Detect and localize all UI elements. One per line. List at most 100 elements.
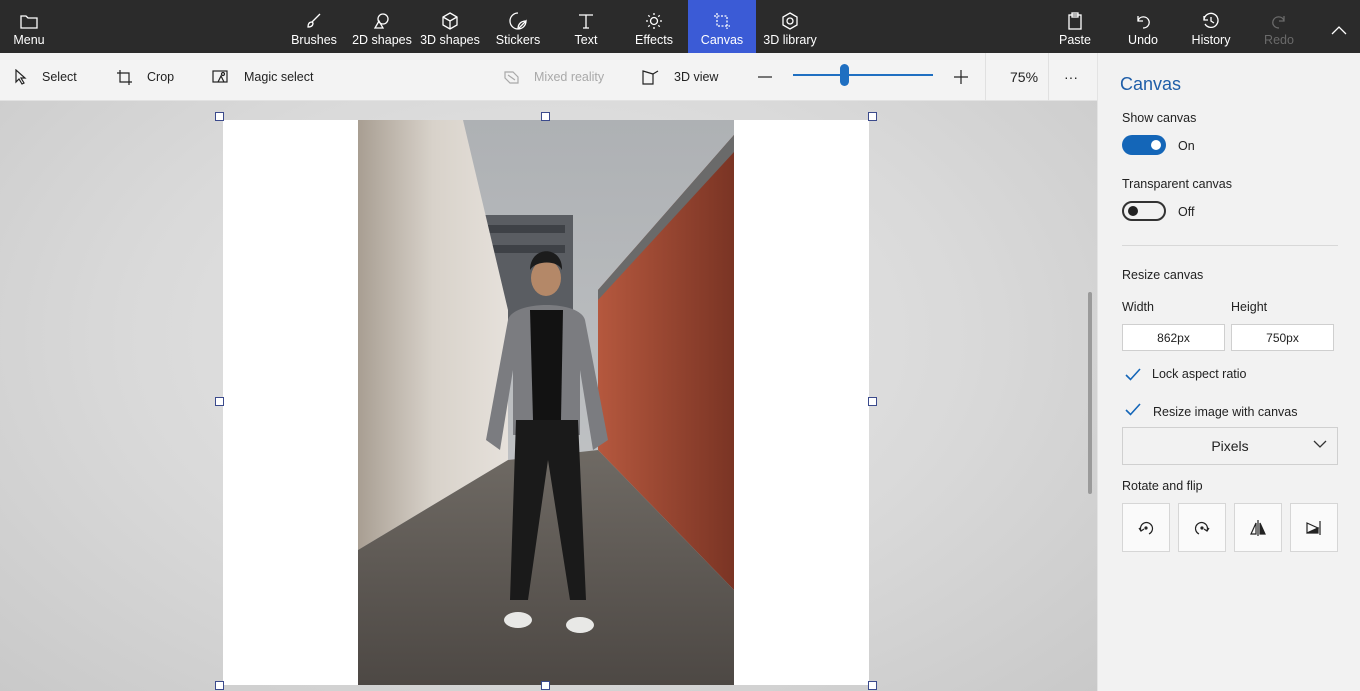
mixed-reality-label: Mixed reality — [534, 70, 605, 84]
tool-label: Canvas — [700, 33, 744, 47]
mixed-reality-icon — [502, 68, 520, 86]
height-label: Height — [1231, 300, 1268, 314]
tool-brushes[interactable]: Brushes — [280, 0, 348, 53]
flip-vertical-icon — [1306, 520, 1321, 535]
tool-3d-shapes[interactable]: 3D shapes — [416, 0, 484, 53]
undo-button[interactable]: Undo — [1109, 0, 1177, 53]
show-canvas-label: Show canvas — [1122, 111, 1197, 125]
clipboard-icon — [1065, 11, 1085, 31]
3d-shapes-icon — [440, 11, 460, 31]
select-tool-button[interactable]: Select — [12, 53, 77, 101]
rotate-right-button[interactable] — [1178, 503, 1226, 552]
toggle-knob — [1151, 140, 1161, 150]
paste-button[interactable]: Paste — [1041, 0, 1109, 53]
3d-view-label: 3D view — [674, 70, 719, 84]
mixed-reality-button[interactable]: Mixed reality — [502, 53, 604, 101]
checkmark-icon — [1125, 402, 1141, 416]
flip-vertical-button[interactable] — [1290, 503, 1338, 552]
canvas-page[interactable] — [223, 120, 869, 685]
resize-handle-top[interactable] — [541, 112, 550, 121]
history-icon — [1201, 11, 1221, 31]
zoom-slider-track[interactable] — [793, 74, 933, 76]
zoom-slider-thumb[interactable] — [840, 64, 849, 86]
plus-icon — [952, 68, 970, 86]
3d-view-button[interactable]: 3D view — [642, 53, 718, 101]
zoom-level[interactable]: 75% — [1010, 53, 1038, 101]
3d-view-icon — [642, 68, 660, 86]
width-label: Width — [1122, 300, 1154, 314]
redo-button[interactable]: Redo — [1245, 0, 1313, 53]
resize-handle-top-right[interactable] — [868, 112, 877, 121]
resize-handle-left[interactable] — [215, 397, 224, 406]
redo-label: Redo — [1264, 33, 1294, 47]
panel-divider — [1122, 245, 1338, 246]
history-label: History — [1191, 33, 1231, 47]
toggle-knob — [1128, 206, 1138, 216]
tool-label: Effects — [635, 33, 673, 47]
tool-label: Brushes — [291, 33, 337, 47]
flip-horizontal-icon — [1250, 519, 1266, 536]
transparent-canvas-toggle[interactable] — [1122, 201, 1166, 221]
resize-handle-right[interactable] — [868, 397, 877, 406]
minus-icon — [756, 68, 774, 86]
effects-icon — [644, 11, 664, 31]
toolbar-divider — [985, 53, 986, 101]
unit-selected: Pixels — [1211, 438, 1249, 454]
tool-label: Text — [574, 33, 598, 47]
resize-canvas-label: Resize canvas — [1122, 268, 1204, 282]
canvas-side-panel: Canvas Show canvas On Transparent canvas… — [1097, 53, 1360, 691]
canvas-workspace[interactable] — [0, 101, 1097, 691]
resize-image-checkbox[interactable] — [1122, 398, 1144, 420]
photo-image — [358, 120, 734, 685]
rotate-right-icon — [1194, 521, 1210, 535]
lock-aspect-checkbox[interactable] — [1122, 363, 1144, 385]
vertical-scrollbar[interactable] — [1088, 292, 1092, 494]
unit-dropdown[interactable]: Pixels — [1122, 427, 1338, 465]
resize-image-label: Resize image with canvas — [1153, 405, 1298, 419]
resize-handle-bottom-left[interactable] — [215, 681, 224, 690]
show-canvas-toggle[interactable] — [1122, 135, 1166, 155]
resize-handle-bottom-right[interactable] — [868, 681, 877, 690]
tool-effects[interactable]: Effects — [620, 0, 688, 53]
undo-label: Undo — [1128, 33, 1158, 47]
tool-stickers[interactable]: Stickers — [484, 0, 552, 53]
zoom-out-button[interactable] — [756, 53, 774, 101]
flip-horizontal-button[interactable] — [1234, 503, 1282, 552]
crop-tool-button[interactable]: Crop — [115, 53, 174, 101]
tool-2d-shapes[interactable]: 2D shapes — [348, 0, 416, 53]
3d-library-icon — [780, 11, 800, 31]
menu-button[interactable]: Menu — [0, 0, 58, 53]
tool-3d-library[interactable]: 3D library — [756, 0, 824, 53]
transparent-canvas-state: Off — [1178, 205, 1195, 219]
sticker-icon — [508, 11, 528, 31]
chevron-up-icon — [1329, 20, 1349, 40]
width-input[interactable]: 862px — [1122, 324, 1225, 351]
more-icon: ··· — [1064, 69, 1078, 85]
history-button[interactable]: History — [1177, 0, 1245, 53]
magic-select-icon — [212, 68, 230, 86]
more-options-button[interactable]: ··· — [1064, 53, 1078, 101]
chevron-down-icon — [1313, 440, 1327, 448]
crop-icon — [115, 68, 133, 86]
cursor-icon — [12, 68, 30, 86]
tool-label: 3D library — [763, 33, 817, 47]
redo-icon — [1269, 11, 1289, 31]
rotate-left-button[interactable] — [1122, 503, 1170, 552]
folder-icon — [19, 11, 39, 31]
checkmark-icon — [1125, 367, 1141, 381]
rotate-flip-label: Rotate and flip — [1122, 479, 1203, 493]
resize-handle-bottom[interactable] — [541, 681, 550, 690]
magic-select-button[interactable]: Magic select — [212, 53, 313, 101]
tool-canvas[interactable]: Canvas — [688, 0, 756, 53]
lock-aspect-label: Lock aspect ratio — [1152, 367, 1247, 381]
menu-label: Menu — [13, 33, 45, 47]
text-icon — [576, 11, 596, 31]
collapse-ribbon-button[interactable] — [1318, 0, 1360, 53]
resize-handle-top-left[interactable] — [215, 112, 224, 121]
rotate-left-icon — [1138, 521, 1154, 535]
tool-label: Stickers — [495, 33, 541, 47]
height-input[interactable]: 750px — [1231, 324, 1334, 351]
tool-text[interactable]: Text — [552, 0, 620, 53]
canvas-icon — [712, 11, 732, 31]
zoom-in-button[interactable] — [952, 53, 970, 101]
